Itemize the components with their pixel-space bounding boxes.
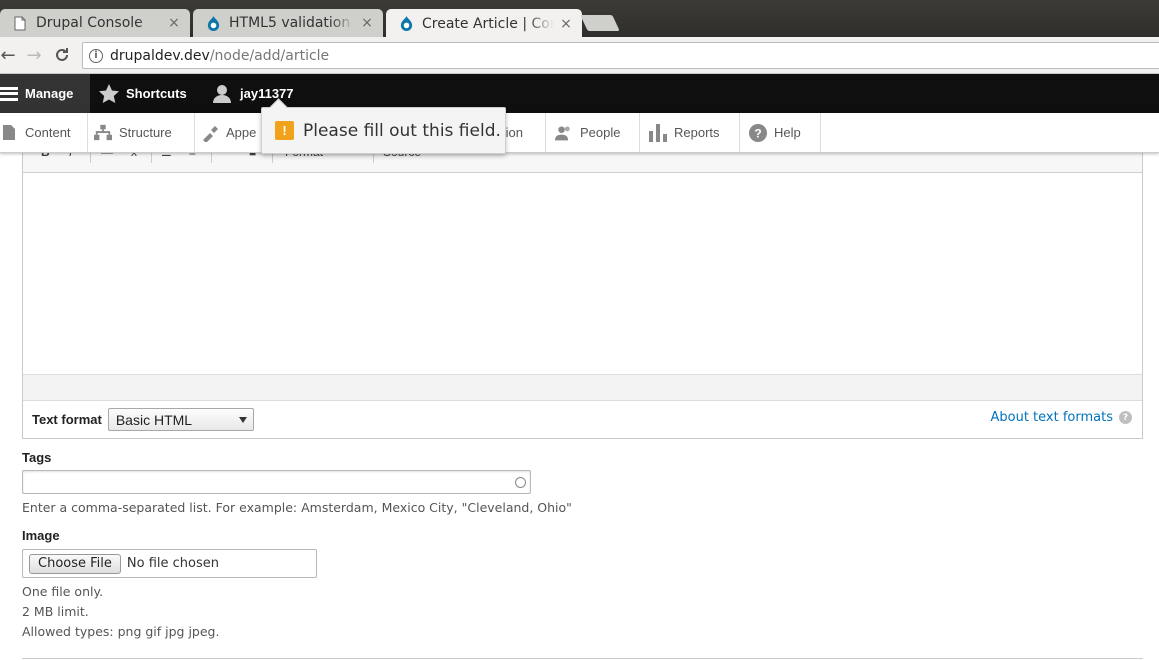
tray-item-people[interactable]: People xyxy=(546,113,640,152)
url-input[interactable]: i drupaldev.dev/node/add/article xyxy=(82,42,1159,69)
tab-title: HTML5 validation w xyxy=(229,15,355,31)
svg-text:?: ? xyxy=(754,126,761,140)
user-icon xyxy=(213,85,231,103)
forward-arrow-icon[interactable]: → xyxy=(22,43,46,67)
image-label: Image xyxy=(22,528,60,543)
tray-item-label: Reports xyxy=(674,125,720,140)
tray-item-content[interactable]: Content xyxy=(0,113,88,152)
drupal-icon xyxy=(398,16,414,32)
star-icon xyxy=(99,84,119,103)
warning-icon: ! xyxy=(275,121,294,140)
choose-file-button[interactable]: Choose File xyxy=(29,553,121,574)
tab-title: Drupal Console xyxy=(36,15,143,31)
image-help-1: One file only. xyxy=(22,584,104,599)
admin-tray: Content Structure Appe tion People Repor… xyxy=(0,113,1159,153)
url-host: drupaldev.dev xyxy=(110,47,210,64)
image-help-3: Allowed types: png gif jpg jpeg. xyxy=(22,624,220,639)
about-text-formats-label: About text formats xyxy=(990,410,1113,425)
question-icon: ? xyxy=(1119,411,1132,424)
info-icon[interactable]: i xyxy=(89,48,103,63)
url-path: /node/add/article xyxy=(209,47,330,64)
text-format-label: Text format xyxy=(32,412,102,427)
new-tab-button[interactable] xyxy=(580,15,620,31)
tray-item-reports[interactable]: Reports xyxy=(640,113,740,152)
file-icon xyxy=(0,124,18,142)
tray-item-structure[interactable]: Structure xyxy=(88,113,195,152)
hamburger-icon xyxy=(0,86,18,101)
manage-label: Manage xyxy=(25,86,74,101)
bar-chart-icon xyxy=(649,123,667,142)
text-format-row: Text format Basic HTML About text format… xyxy=(23,401,1142,438)
tags-description: Enter a comma-separated list. For exampl… xyxy=(22,500,572,515)
editor-path-bar xyxy=(23,374,1142,401)
reload-icon[interactable] xyxy=(50,43,74,67)
drupal-icon xyxy=(205,15,221,31)
brush-icon xyxy=(201,124,219,142)
tab-title: Create Article | Con xyxy=(422,15,554,32)
user-label: jay11377 xyxy=(240,86,294,101)
tray-item-label: Appe xyxy=(226,125,257,140)
browser-tab-strip: Drupal Console × HTML5 validation w × Cr… xyxy=(0,0,1159,38)
tab-create-article[interactable]: Create Article | Con × xyxy=(386,9,582,38)
text-format-select[interactable]: Basic HTML xyxy=(107,408,254,431)
tray-item-label: Help xyxy=(774,125,801,140)
address-bar: ← → i drupaldev.dev/node/add/article xyxy=(0,37,1159,74)
manage-button[interactable]: Manage xyxy=(0,74,90,113)
help-icon: ? xyxy=(749,123,767,142)
caret-down-icon xyxy=(238,417,247,423)
image-help-2: 2 MB limit. xyxy=(22,604,89,619)
tray-item-label: Content xyxy=(25,125,71,140)
tab-drupal-console[interactable]: Drupal Console × xyxy=(0,9,190,37)
tray-item-help[interactable]: ? Help xyxy=(740,113,821,152)
about-text-formats-link[interactable]: About text formats ? xyxy=(990,410,1132,425)
file-status: No file chosen xyxy=(126,556,219,571)
validation-tooltip: ! Please fill out this field. xyxy=(261,107,506,154)
tags-input[interactable] xyxy=(22,470,531,494)
tab-html5-validation[interactable]: HTML5 validation w × xyxy=(193,9,383,37)
close-icon[interactable]: × xyxy=(558,16,574,32)
close-icon[interactable]: × xyxy=(359,15,375,31)
structure-icon xyxy=(94,124,112,142)
body-editor: B I — x ☰ ≡ ” ■ Format Source Text forma… xyxy=(22,130,1143,439)
autocomplete-icon xyxy=(515,477,526,488)
admin-toolbar: Manage Shortcuts jay11377 xyxy=(0,74,1159,113)
editor-content-area[interactable] xyxy=(23,173,1142,374)
page-icon xyxy=(12,15,28,31)
tray-item-label: People xyxy=(580,125,621,140)
shortcuts-button[interactable]: Shortcuts xyxy=(99,74,187,113)
validation-message: Please fill out this field. xyxy=(303,120,501,141)
close-icon[interactable]: × xyxy=(166,15,182,31)
divider xyxy=(22,658,1143,659)
text-format-value: Basic HTML xyxy=(115,411,193,428)
tags-label: Tags xyxy=(22,450,52,465)
shortcuts-label: Shortcuts xyxy=(126,86,187,101)
people-icon xyxy=(555,124,573,142)
tray-item-label: Structure xyxy=(119,125,172,140)
back-arrow-icon[interactable]: ← xyxy=(0,43,20,67)
image-file-input: Choose File No file chosen xyxy=(22,549,317,578)
